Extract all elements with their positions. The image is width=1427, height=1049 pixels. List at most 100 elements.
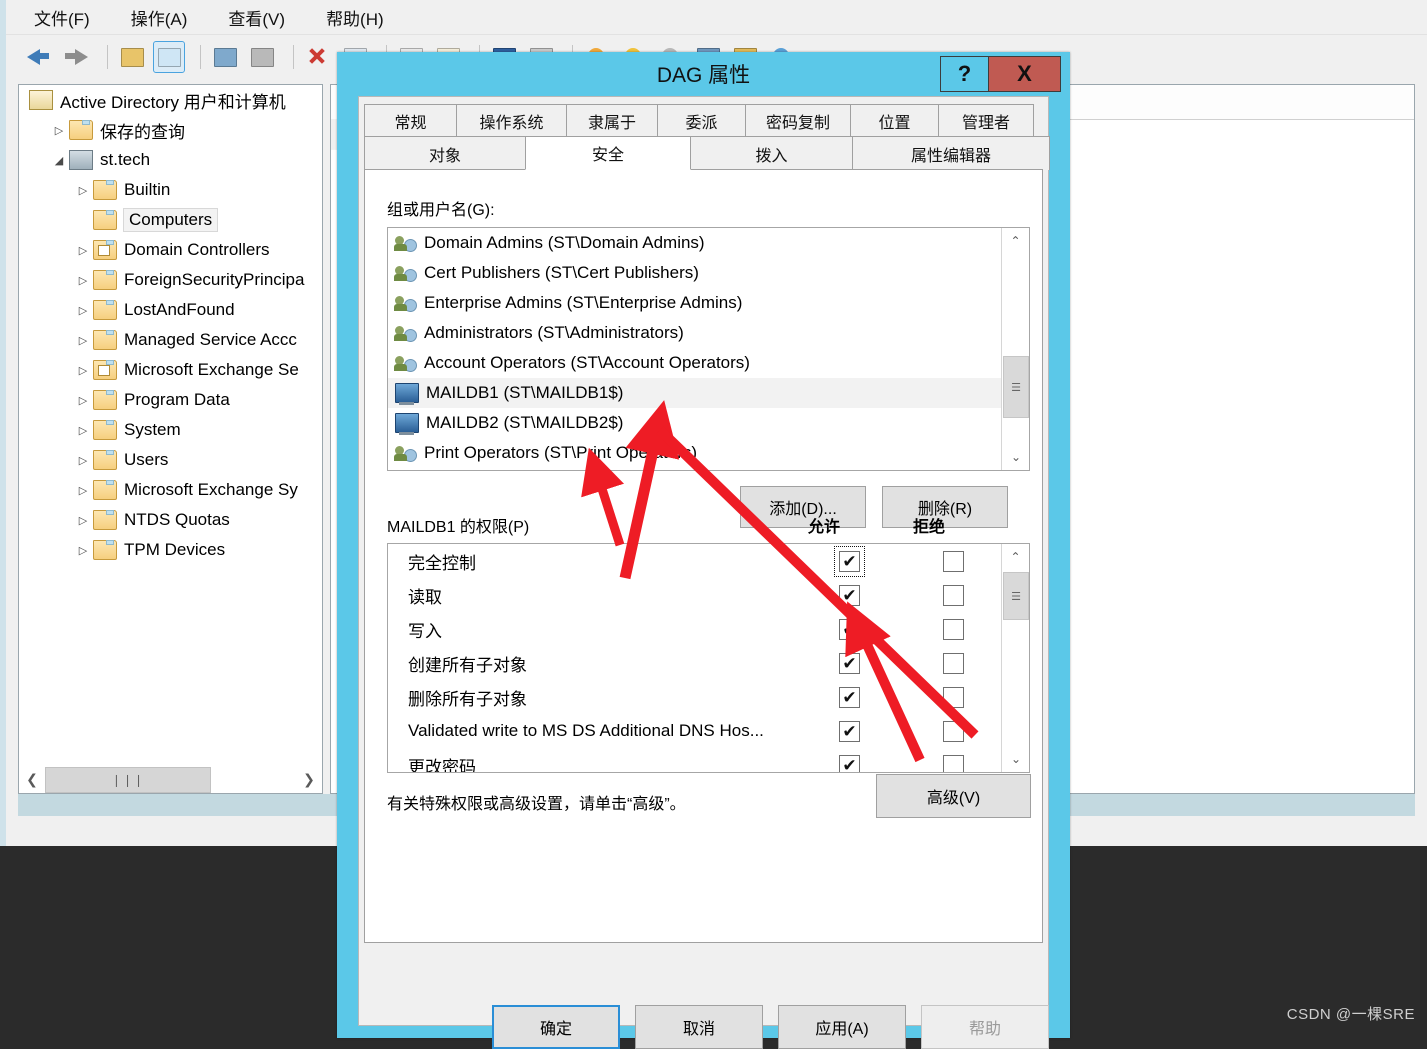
allow-checkbox[interactable]: ✔ — [839, 687, 860, 708]
collapsed-twisty-icon[interactable]: ▷ — [73, 274, 93, 287]
scroll-thumb[interactable]: ❘❘❘ — [45, 766, 211, 793]
tree-item-tpm-devices[interactable]: ▷ TPM Devices — [19, 535, 322, 565]
tab-object[interactable]: 对象 — [364, 136, 526, 170]
tab-attribute-editor[interactable]: 属性编辑器 — [852, 136, 1050, 170]
tree-item-microsoft-exchange-sy[interactable]: ▷ Microsoft Exchange Sy — [19, 475, 322, 505]
collapsed-twisty-icon[interactable]: ▷ — [73, 394, 93, 407]
collapsed-twisty-icon[interactable]: ▷ — [73, 514, 93, 527]
list-item[interactable]: Administrators (ST\Administrators) — [388, 318, 1002, 348]
tab-general[interactable]: 常规 — [364, 104, 457, 136]
deny-checkbox[interactable] — [943, 721, 964, 742]
console-tree-pane[interactable]: Active Directory 用户和计算机 ▷ 保存的查询 ◢ st.tech ▷ B… — [18, 84, 323, 794]
scroll-thumb[interactable]: ☰ — [1003, 572, 1029, 620]
deny-checkbox[interactable] — [943, 755, 964, 772]
permissions-table[interactable]: 完全控制 ✔ 读取 ✔ 写入 ✔ 创建所有子对象 ✔ 删除所有子对象 ✔ Validated wri… — [387, 543, 1030, 773]
tree-item-microsoft-exchange-se[interactable]: ▷ Microsoft Exchange Se — [19, 355, 322, 385]
menu-help[interactable]: 帮助(H) — [322, 2, 388, 33]
tree-item-[interactable]: ▷ 保存的查询 — [19, 115, 322, 145]
menu-view[interactable]: 查看(V) — [224, 2, 289, 33]
tab-security[interactable]: 安全 — [525, 136, 691, 170]
deny-checkbox[interactable] — [943, 619, 964, 640]
add-button[interactable]: 添加(D)... — [740, 486, 866, 528]
deny-checkbox[interactable] — [943, 551, 964, 572]
scroll-right-button[interactable]: ❯ — [296, 766, 322, 793]
show-hide-tree-icon[interactable] — [153, 41, 185, 73]
scroll-up-button[interactable]: ⌃ — [1002, 228, 1029, 254]
forward-icon[interactable] — [61, 42, 91, 72]
scroll-down-button[interactable]: ⌄ — [1003, 746, 1029, 772]
list-item[interactable]: Enterprise Admins (ST\Enterprise Admins) — [388, 288, 1002, 318]
apply-button[interactable]: 应用(A) — [778, 1005, 906, 1049]
tree-horizontal-scrollbar[interactable]: ❮ ❘❘❘ ❯ — [18, 766, 323, 794]
column-header-cell[interactable] — [1047, 85, 1414, 118]
deny-checkbox[interactable] — [943, 585, 964, 606]
advanced-button[interactable]: 高级(V) — [876, 774, 1031, 818]
allow-checkbox[interactable]: ✔ — [839, 653, 860, 674]
scroll-down-button[interactable]: ⌄ — [1003, 444, 1029, 470]
up-folder-icon[interactable] — [117, 42, 147, 72]
list-item[interactable]: Account Operators (ST\Account Operators) — [388, 348, 1002, 378]
menu-action[interactable]: 操作(A) — [127, 2, 192, 33]
group-list-scrollbar[interactable]: ⌃ ☰ ⌄ — [1001, 228, 1029, 470]
allow-checkbox[interactable]: ✔ — [839, 585, 860, 606]
tab-managed-by[interactable]: 管理者 — [938, 104, 1034, 136]
scroll-track[interactable]: ❘❘❘ — [45, 766, 296, 793]
back-icon[interactable] — [24, 42, 54, 72]
allow-checkbox[interactable]: ✔ — [839, 721, 860, 742]
collapsed-twisty-icon[interactable]: ▷ — [73, 454, 93, 467]
collapsed-twisty-icon[interactable]: ▷ — [73, 184, 93, 197]
list-item[interactable]: Domain Admins (ST\Domain Admins) — [388, 228, 1002, 258]
menu-file[interactable]: 文件(F) — [30, 2, 94, 33]
collapsed-twisty-icon[interactable]: ▷ — [73, 484, 93, 497]
paste-icon[interactable] — [247, 42, 277, 72]
tree-item-ntds-quotas[interactable]: ▷ NTDS Quotas — [19, 505, 322, 535]
tree-root-item[interactable]: Active Directory 用户和计算机 — [19, 85, 322, 115]
collapsed-twisty-icon[interactable]: ▷ — [73, 544, 93, 557]
dialog-title-bar[interactable]: DAG 属性 ? X — [337, 52, 1070, 96]
scroll-left-button[interactable]: ❮ — [19, 766, 45, 793]
permissions-scrollbar[interactable]: ⌃ ☰ ⌄ — [1001, 544, 1029, 772]
group-or-user-list[interactable]: Domain Admins (ST\Domain Admins) Cert Pub… — [387, 227, 1030, 471]
tab-operating-system[interactable]: 操作系统 — [456, 104, 567, 136]
collapsed-twisty-icon[interactable]: ▷ — [73, 304, 93, 317]
collapsed-twisty-icon[interactable]: ▷ — [73, 334, 93, 347]
deny-checkbox[interactable] — [943, 687, 964, 708]
allow-checkbox[interactable]: ✔ — [839, 619, 860, 640]
help-button[interactable]: ? — [941, 57, 988, 91]
list-item[interactable]: MAILDB1 (ST\MAILDB1$) — [388, 378, 1002, 408]
tree-item-system[interactable]: ▷ System — [19, 415, 322, 445]
cancel-button[interactable]: 取消 — [635, 1005, 763, 1049]
tree-item-lostandfound[interactable]: ▷ LostAndFound — [19, 295, 322, 325]
tab-member-of[interactable]: 隶属于 — [566, 104, 658, 136]
delete-icon[interactable] — [303, 42, 333, 72]
tree-item-computers[interactable]: Computers — [19, 205, 322, 235]
tree-item-foreignsecurityprincipa[interactable]: ▷ ForeignSecurityPrincipa — [19, 265, 322, 295]
collapsed-twisty-icon[interactable]: ▷ — [73, 364, 93, 377]
expanded-twisty-icon[interactable]: ◢ — [49, 154, 69, 167]
deny-checkbox[interactable] — [943, 653, 964, 674]
tree-item-managed-service-accc[interactable]: ▷ Managed Service Accc — [19, 325, 322, 355]
list-item[interactable]: Print Operators (ST\Print Operators) — [388, 438, 1002, 468]
ok-button[interactable]: 确定 — [492, 1005, 620, 1049]
collapsed-twisty-icon[interactable]: ▷ — [73, 424, 93, 437]
allow-checkbox[interactable]: ✔ — [839, 551, 860, 572]
tree-item-st-tech[interactable]: ◢ st.tech — [19, 145, 322, 175]
tree-item-label: Computers — [123, 208, 219, 232]
tree-item-users[interactable]: ▷ Users — [19, 445, 322, 475]
tree-item-program-data[interactable]: ▷ Program Data — [19, 385, 322, 415]
tree-item-domain-controllers[interactable]: ▷ Domain Controllers — [19, 235, 322, 265]
tab-password-replication[interactable]: 密码复制 — [745, 104, 851, 136]
tab-location[interactable]: 位置 — [850, 104, 939, 136]
tree-item-builtin[interactable]: ▷ Builtin — [19, 175, 322, 205]
allow-checkbox[interactable]: ✔ — [839, 755, 860, 772]
list-item[interactable]: MAILDB2 (ST\MAILDB2$) — [388, 408, 1002, 438]
scroll-up-button[interactable]: ⌃ — [1002, 544, 1029, 570]
close-button[interactable]: X — [988, 57, 1060, 91]
tab-delegation[interactable]: 委派 — [657, 104, 746, 136]
tab-dial-in[interactable]: 拨入 — [690, 136, 853, 170]
list-item[interactable]: Cert Publishers (ST\Cert Publishers) — [388, 258, 1002, 288]
scroll-thumb[interactable]: ☰ — [1003, 356, 1029, 418]
collapsed-twisty-icon[interactable]: ▷ — [49, 124, 69, 137]
collapsed-twisty-icon[interactable]: ▷ — [73, 244, 93, 257]
cut-icon[interactable] — [210, 42, 240, 72]
